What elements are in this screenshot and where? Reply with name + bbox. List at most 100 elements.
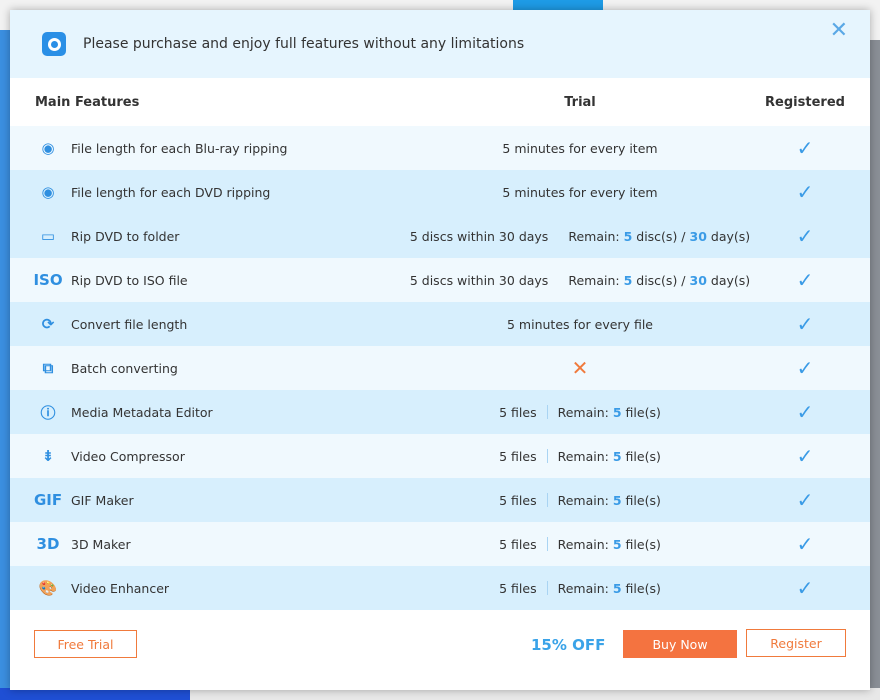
dialog-banner: Please purchase and enjoy full features …	[10, 10, 870, 78]
table-row: ⇟ Video Compressor 5 files Remain: 5 file…	[10, 434, 870, 478]
feature-label: Rip DVD to folder	[71, 228, 180, 244]
remain-days: 30	[689, 272, 707, 288]
remain-count: 5	[623, 228, 633, 244]
remain-label: Remain:	[557, 492, 609, 508]
remain-label: Remain:	[557, 580, 609, 596]
gif-icon: GIF	[33, 491, 63, 509]
trial-text: 5 minutes for every file	[507, 316, 653, 332]
check-icon: ✓	[796, 224, 814, 248]
table-header: Main Features Trial Registered	[10, 78, 870, 126]
feature-label: Convert file length	[71, 316, 188, 332]
remain-count: 5	[612, 536, 622, 552]
divider	[546, 449, 548, 463]
check-icon: ✓	[796, 400, 814, 424]
divider	[546, 405, 548, 419]
remain-label: Remain:	[568, 272, 620, 288]
table-row: ⧉ Batch converting ✕ ✓	[10, 346, 870, 390]
purchase-dialog: Please purchase and enjoy full features …	[10, 10, 870, 690]
trial-limit: 5 files	[499, 536, 537, 552]
remain-count: 5	[623, 272, 633, 288]
dvd-disc-icon: ◉	[41, 183, 55, 201]
trial-limit: 5 files	[499, 492, 537, 508]
check-icon: ✓	[796, 576, 814, 600]
check-icon: ✓	[796, 312, 814, 336]
trial-cell: 5 minutes for every item	[410, 185, 750, 200]
trial-cell: 5 files Remain: 5 file(s)	[410, 405, 750, 420]
remain-unit: file(s)	[625, 404, 661, 420]
trial-limit: 5 files	[499, 580, 537, 596]
trial-cell: 5 files Remain: 5 file(s)	[410, 537, 750, 552]
table-row: GIF GIF Maker 5 files Remain: 5 file(s) ✓	[10, 478, 870, 522]
palette-icon: 🎨	[38, 579, 58, 597]
buy-now-button[interactable]: Buy Now	[623, 630, 737, 658]
check-icon: ✓	[796, 532, 814, 556]
remain-count: 5	[612, 404, 622, 420]
check-icon: ✓	[796, 488, 814, 512]
close-icon[interactable]: ✕	[830, 20, 848, 42]
table-row: 🎨 Video Enhancer 5 files Remain: 5 file(s…	[10, 566, 870, 610]
remain-unit: file(s)	[625, 580, 661, 596]
table-row: ▭ Rip DVD to folder 5 discs within 30 day…	[10, 214, 870, 258]
features-table: ◉ File length for each Blu-ray ripping 5 …	[10, 126, 870, 610]
remain-label: Remain:	[557, 536, 609, 552]
3d-icon: 3D	[36, 535, 60, 553]
trial-cell: 5 files Remain: 5 file(s)	[410, 493, 750, 508]
divider	[546, 537, 548, 551]
remain-unit: file(s)	[625, 448, 661, 464]
trial-text: 5 minutes for every item	[502, 140, 658, 156]
convert-cycle-icon: ⟳	[41, 315, 55, 333]
free-trial-button[interactable]: Free Trial	[34, 630, 137, 658]
bluray-disc-icon: ◉	[41, 139, 55, 157]
header-main-features: Main Features	[35, 94, 140, 110]
app-logo-icon	[42, 32, 66, 56]
check-icon: ✓	[796, 136, 814, 160]
remain-count: 5	[612, 448, 622, 464]
table-row: ⟳ Convert file length 5 minutes for every…	[10, 302, 870, 346]
remain-label: Remain:	[557, 448, 609, 464]
remain-unit: file(s)	[625, 492, 661, 508]
feature-label: Video Enhancer	[71, 580, 170, 596]
unavailable-x-icon: ✕	[571, 356, 589, 380]
check-icon: ✓	[796, 356, 814, 380]
trial-cell: ✕	[410, 356, 750, 380]
remain-label: Remain:	[557, 404, 609, 420]
trial-cell: 5 minutes for every file	[410, 317, 750, 332]
trial-cell: 5 files Remain: 5 file(s)	[410, 581, 750, 596]
discount-label: 15% OFF	[531, 636, 606, 654]
check-icon: ✓	[796, 180, 814, 204]
table-row: ⓘ Media Metadata Editor 5 files Remain: 5…	[10, 390, 870, 434]
info-icon: ⓘ	[40, 403, 56, 422]
trial-cell: 5 files Remain: 5 file(s)	[410, 449, 750, 464]
trial-limit: 5 files	[499, 404, 537, 420]
header-registered: Registered	[765, 94, 845, 110]
remain-days: 30	[689, 228, 707, 244]
trial-limit: 5 discs within 30 days	[409, 272, 549, 288]
header-trial: Trial	[564, 94, 596, 110]
dvd-iso-icon: ISO	[33, 271, 63, 289]
remain-count: 5	[612, 492, 622, 508]
divider	[546, 581, 548, 595]
remain-label: Remain:	[568, 228, 620, 244]
feature-label: Batch converting	[71, 360, 178, 376]
trial-cell: 5 minutes for every item	[410, 141, 750, 156]
dvd-folder-icon: ▭	[40, 227, 56, 245]
remain-days-unit: day(s)	[710, 228, 751, 244]
batch-icon: ⧉	[42, 359, 54, 377]
feature-label: File length for each DVD ripping	[71, 184, 271, 200]
feature-label: Video Compressor	[71, 448, 185, 464]
table-row: ◉ File length for each Blu-ray ripping 5 …	[10, 126, 870, 170]
register-button[interactable]: Register	[746, 629, 846, 657]
remain-unit: file(s)	[625, 536, 661, 552]
check-icon: ✓	[796, 268, 814, 292]
feature-label: 3D Maker	[71, 536, 131, 552]
check-icon: ✓	[796, 444, 814, 468]
remain-unit: disc(s) /	[636, 228, 686, 244]
remain-unit: disc(s) /	[636, 272, 686, 288]
banner-text: Please purchase and enjoy full features …	[83, 36, 525, 52]
divider	[546, 493, 548, 507]
remain-days-unit: day(s)	[710, 272, 751, 288]
table-row: ◉ File length for each DVD ripping 5 minu…	[10, 170, 870, 214]
trial-cell: 5 discs within 30 days Remain: 5 disc(s)…	[410, 229, 750, 244]
table-row: ISO Rip DVD to ISO file 5 discs within 30…	[10, 258, 870, 302]
feature-label: File length for each Blu-ray ripping	[71, 140, 288, 156]
